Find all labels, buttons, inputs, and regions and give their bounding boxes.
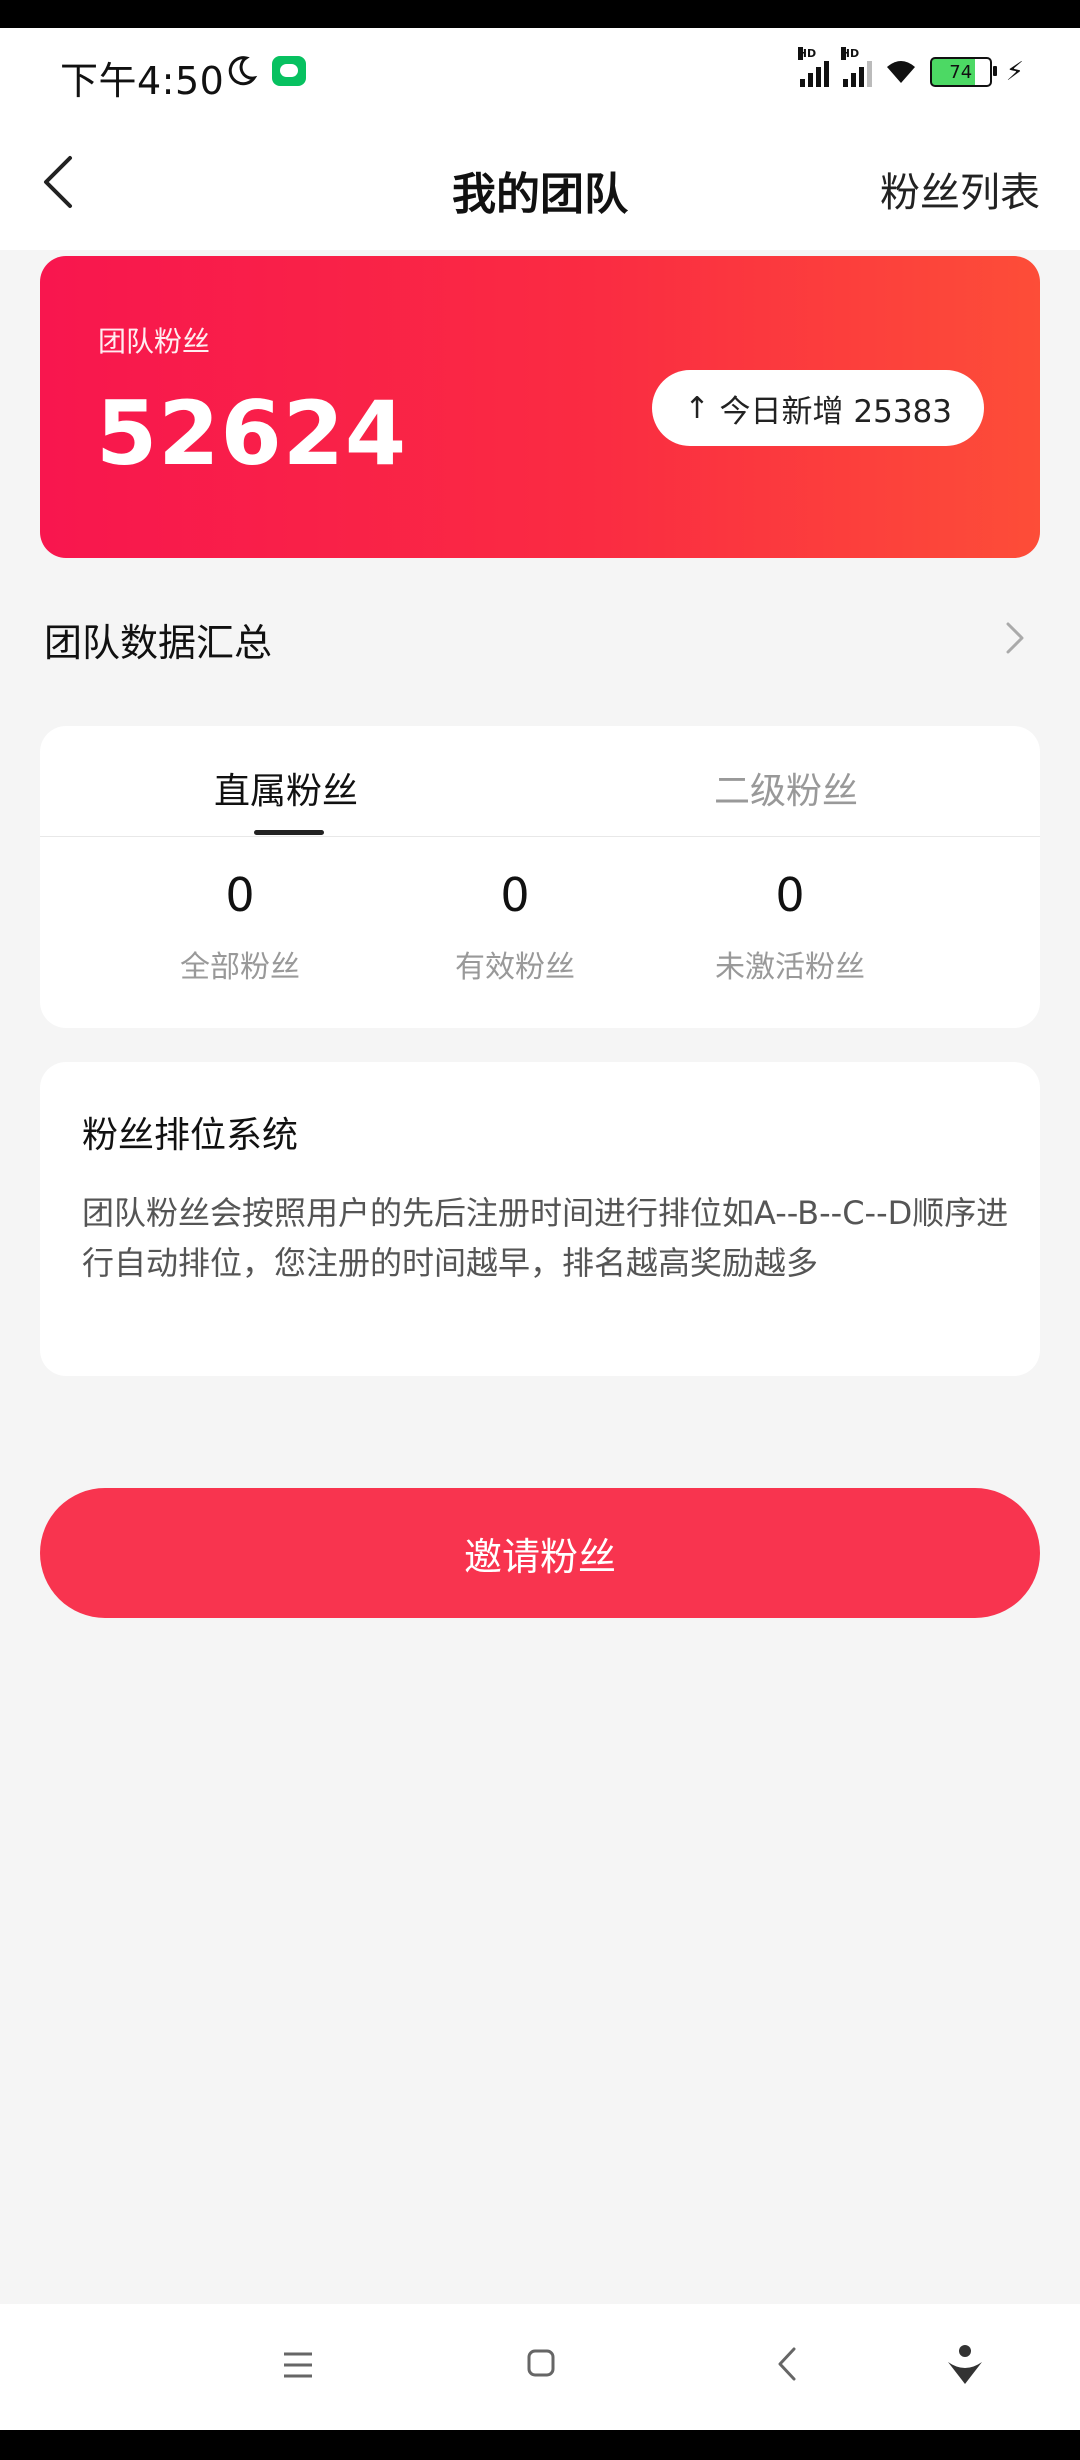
ranking-description: 团队粉丝会按照用户的先后注册时间进行排位如A--B--C--D顺序进行自动排位，…	[82, 1194, 1009, 1282]
stat-value: 0	[225, 868, 255, 922]
active-tab-indicator	[254, 830, 324, 835]
team-summary-title: 团队数据汇总	[44, 621, 273, 665]
stat-label: 有效粉丝	[455, 950, 575, 985]
screen: 下午4:50 HD HD 74 ⚡ 我的团队 粉丝列表 团队粉丝 52624 ↑…	[0, 28, 1080, 2430]
wechat-notification-icon	[272, 56, 306, 86]
home-icon[interactable]	[526, 2348, 556, 2378]
stat-label: 全部粉丝	[180, 950, 300, 985]
tab-divider	[40, 836, 1040, 837]
nav-bar: 我的团队 粉丝列表	[0, 114, 1080, 250]
invite-fans-button[interactable]: 邀请粉丝	[40, 1488, 1040, 1618]
status-indicators: HD HD 74 ⚡	[797, 47, 1024, 92]
arrow-up-icon: ↑	[684, 390, 710, 426]
tab-direct-fans[interactable]: 直属粉丝	[214, 762, 358, 814]
system-nav-bar	[0, 2304, 1080, 2430]
stat-label: 未激活粉丝	[715, 950, 865, 985]
signal-icon-1: HD	[797, 47, 829, 87]
stat-inactive-fans: 0 未激活粉丝	[640, 868, 940, 986]
charging-icon: ⚡	[1005, 57, 1024, 87]
tab-second-level-fans[interactable]: 二级粉丝	[714, 762, 858, 814]
stat-value: 0	[775, 868, 805, 922]
today-new-text: 今日新增 25383	[719, 393, 952, 430]
stat-valid-fans: 0 有效粉丝	[365, 868, 665, 986]
menu-icon[interactable]	[282, 2350, 314, 2380]
chevron-right-icon[interactable]	[1004, 618, 1028, 658]
ranking-title: 粉丝排位系统	[82, 1115, 299, 1156]
today-new-badge: ↑ 今日新增 25383	[652, 370, 984, 446]
moon-icon	[228, 56, 258, 86]
team-fans-card: 团队粉丝 52624 ↑ 今日新增 25383	[40, 256, 1040, 558]
status-time: 下午4:50	[60, 59, 225, 103]
ranking-system-card: 粉丝排位系统 团队粉丝会按照用户的先后注册时间进行排位如A--B--C--D顺序…	[40, 1062, 1040, 1376]
assistant-icon[interactable]	[946, 2344, 984, 2386]
fan-list-link[interactable]: 粉丝列表	[880, 160, 1040, 218]
signal-hd-label: HD	[840, 47, 860, 60]
fans-stats-card: 直属粉丝 二级粉丝 0 全部粉丝 0 有效粉丝 0 未激活粉丝	[40, 726, 1040, 1028]
wifi-icon	[886, 61, 915, 83]
team-fans-count: 52624	[96, 382, 408, 485]
team-fans-label: 团队粉丝	[98, 325, 211, 358]
battery-level: 74	[949, 61, 973, 83]
team-summary-header[interactable]: 团队数据汇总	[40, 608, 1040, 668]
stat-all-fans: 0 全部粉丝	[90, 868, 390, 986]
battery-icon: 74	[929, 57, 997, 87]
stat-value: 0	[500, 868, 530, 922]
system-back-icon[interactable]	[776, 2346, 798, 2382]
signal-hd-label: HD	[797, 47, 817, 60]
signal-icon-2: HD	[840, 47, 872, 87]
status-bar: 下午4:50 HD HD 74 ⚡	[0, 28, 1080, 114]
